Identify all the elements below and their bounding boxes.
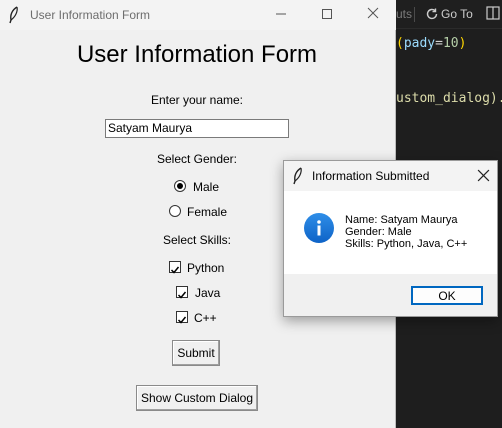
toolbar-truncated-label: uts xyxy=(396,7,413,21)
male-label: Male xyxy=(193,180,220,194)
goto-icon xyxy=(425,7,439,21)
submit-button[interactable]: Submit xyxy=(172,340,220,366)
show-custom-dialog-button[interactable]: Show Custom Dialog xyxy=(136,385,258,411)
minimize-button[interactable] xyxy=(258,0,304,30)
checkmark-icon xyxy=(177,291,187,299)
maximize-icon xyxy=(322,6,332,24)
minimize-icon xyxy=(276,6,286,24)
cpp-label: C++ xyxy=(194,311,217,325)
male-radio[interactable] xyxy=(174,180,186,192)
code-identifier: pady xyxy=(403,36,436,51)
dialog-title: Information Submitted xyxy=(312,169,430,183)
close-icon xyxy=(367,6,379,24)
name-label: Enter your name: xyxy=(150,93,244,107)
java-label: Java xyxy=(195,286,221,300)
female-radio[interactable] xyxy=(169,205,181,217)
code-paren-close: ) xyxy=(458,36,467,51)
cpp-checkbox[interactable] xyxy=(176,311,188,324)
split-editor-icon[interactable] xyxy=(486,5,500,21)
dialog-message: Name: Satyam Maurya Gender: Male Skills:… xyxy=(345,214,468,250)
close-icon xyxy=(477,169,490,182)
python-checkbox[interactable] xyxy=(169,261,181,274)
python-label: Python xyxy=(187,261,225,275)
code-operator: = xyxy=(435,36,443,51)
tk-feather-icon xyxy=(8,6,20,24)
code-line-2: ustom_dialog). xyxy=(396,91,502,106)
dialog-body: Name: Satyam Maurya Gender: Male Skills:… xyxy=(284,191,497,274)
ok-button[interactable]: OK xyxy=(411,286,483,305)
tk-feather-icon xyxy=(292,167,304,185)
form-heading: User Information Form xyxy=(76,41,318,68)
window-titlebar[interactable]: User Information Form xyxy=(0,0,396,30)
editor-toolbar: uts Go To xyxy=(380,0,502,29)
information-dialog: Information Submitted Name: Satyam Maury… xyxy=(283,160,498,317)
name-input[interactable]: Satyam Maurya xyxy=(105,119,289,138)
window-title: User Information Form xyxy=(30,8,151,22)
code-line-1: (pady=10) xyxy=(396,36,466,51)
maximize-button[interactable] xyxy=(304,0,350,30)
goto-button[interactable]: Go To xyxy=(441,7,473,21)
java-checkbox[interactable] xyxy=(176,286,188,299)
dialog-close-button[interactable] xyxy=(477,169,491,183)
info-icon xyxy=(304,213,334,243)
dialog-titlebar[interactable]: Information Submitted xyxy=(284,161,497,191)
female-label: Female xyxy=(187,205,228,219)
toolbar-divider xyxy=(414,7,415,22)
code-number: 10 xyxy=(442,36,459,51)
close-button[interactable] xyxy=(350,0,396,30)
code-paren-open: ( xyxy=(396,36,404,51)
checkmark-icon xyxy=(177,316,187,324)
checkmark-icon xyxy=(170,266,180,274)
